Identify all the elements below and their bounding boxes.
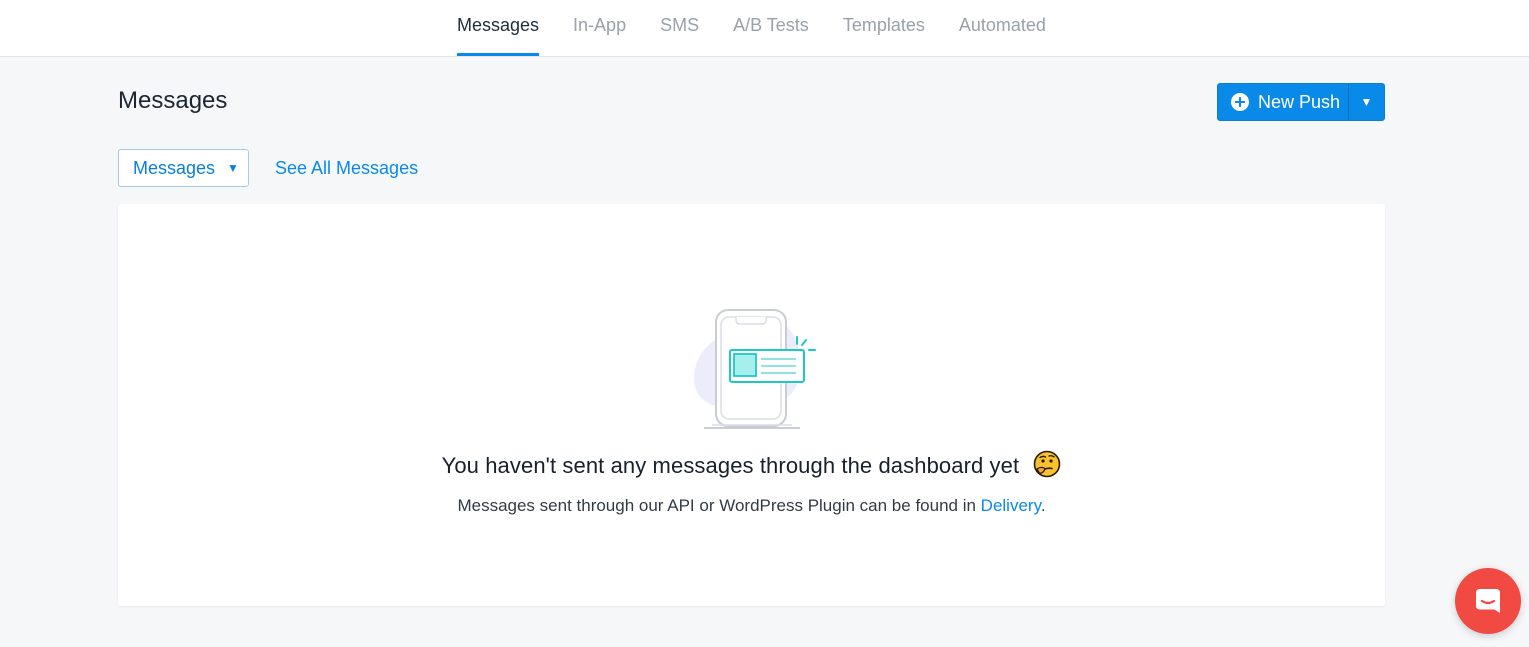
plus-circle-icon — [1231, 93, 1249, 111]
delivery-link[interactable]: Delivery — [981, 496, 1041, 515]
top-navigation: Messages In-App SMS A/B Tests Templates … — [0, 0, 1529, 57]
chat-launcher-button[interactable] — [1455, 568, 1521, 634]
chat-bubble-icon — [1476, 589, 1500, 613]
caret-down-icon: ▼ — [1360, 95, 1373, 109]
new-push-split-button: New Push ▼ — [1217, 83, 1385, 121]
tab-templates[interactable]: Templates — [826, 0, 942, 57]
empty-state-heading: You haven't sent any messages through th… — [118, 450, 1385, 479]
tab-automated[interactable]: Automated — [942, 0, 1063, 57]
message-type-select[interactable]: Messages ▼ — [118, 149, 249, 187]
new-push-label: New Push — [1258, 91, 1341, 112]
see-all-messages-link[interactable]: See All Messages — [275, 158, 418, 179]
empty-state-description-text: Messages sent through our API or WordPre… — [457, 496, 981, 515]
message-type-select-value: Messages — [133, 157, 216, 178]
tab-in-app[interactable]: In-App — [556, 0, 643, 57]
phone-notification-illustration — [694, 309, 816, 429]
new-push-button[interactable]: New Push — [1218, 84, 1348, 120]
empty-state-description: Messages sent through our API or WordPre… — [118, 496, 1385, 516]
caret-down-icon: ▼ — [227, 161, 239, 175]
tab-ab-tests[interactable]: A/B Tests — [716, 0, 826, 57]
new-push-dropdown-button[interactable]: ▼ — [1348, 84, 1384, 120]
thinking-face-icon — [1034, 450, 1061, 478]
tab-messages[interactable]: Messages — [440, 0, 556, 57]
page-title: Messages — [118, 87, 228, 114]
nav-tabs: Messages In-App SMS A/B Tests Templates … — [440, 0, 1063, 57]
empty-state-card: You haven't sent any messages through th… — [118, 204, 1385, 606]
empty-state-description-suffix: . — [1040, 496, 1046, 515]
tab-sms[interactable]: SMS — [643, 0, 716, 57]
empty-state-heading-text: You haven't sent any messages through th… — [441, 453, 1020, 478]
